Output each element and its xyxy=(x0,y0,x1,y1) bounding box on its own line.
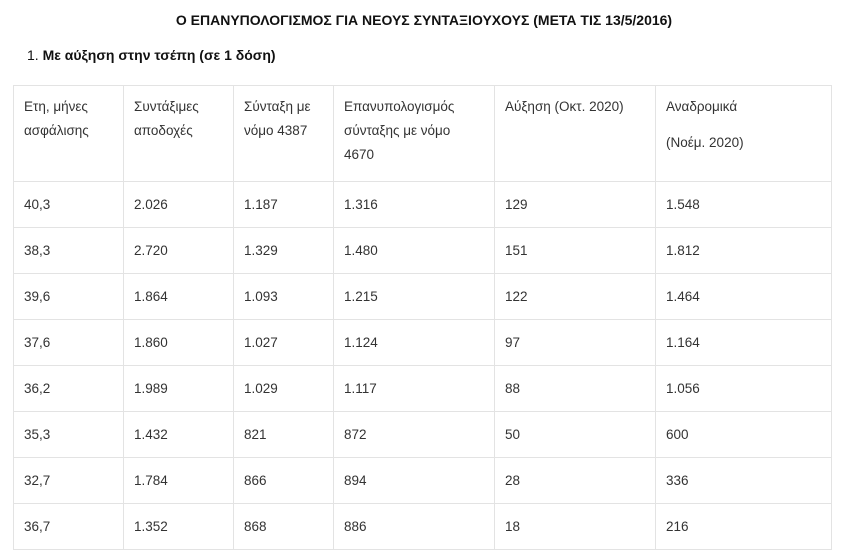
cell-insurance-years: 40,3 xyxy=(13,181,124,228)
table-row: 39,6 1.864 1.093 1.215 122 1.464 xyxy=(13,273,832,320)
cell-retroactive: 600 xyxy=(655,411,832,458)
header-increase-oct-2020: Αύξηση (Οκτ. 2020) xyxy=(494,85,656,182)
pension-recalculation-table: Ετη, μήνες ασφάλισης Συντάξιμες αποδοχές… xyxy=(13,85,832,550)
header-recalculation-law-4670: Επανυπολογισμός σύνταξης με νόμο 4670 xyxy=(333,85,495,182)
cell-increase-oct-2020: 88 xyxy=(494,365,656,412)
cell-pensionable-earnings: 1.432 xyxy=(123,411,234,458)
cell-increase-oct-2020: 18 xyxy=(494,503,656,550)
cell-recalculation-law-4670: 1.215 xyxy=(333,273,495,320)
cell-retroactive: 1.056 xyxy=(655,365,832,412)
cell-recalculation-law-4670: 1.480 xyxy=(333,227,495,274)
table-row: 32,7 1.784 866 894 28 336 xyxy=(13,457,832,504)
cell-increase-oct-2020: 28 xyxy=(494,457,656,504)
cell-increase-oct-2020: 151 xyxy=(494,227,656,274)
cell-recalculation-law-4670: 1.316 xyxy=(333,181,495,228)
cell-recalculation-law-4670: 1.117 xyxy=(333,365,495,412)
cell-pension-law-4387: 1.093 xyxy=(233,273,334,320)
cell-pensionable-earnings: 2.026 xyxy=(123,181,234,228)
cell-retroactive: 216 xyxy=(655,503,832,550)
cell-retroactive: 1.548 xyxy=(655,181,832,228)
header-insurance-years: Ετη, μήνες ασφάλισης xyxy=(13,85,124,182)
cell-pension-law-4387: 866 xyxy=(233,457,334,504)
cell-pensionable-earnings: 2.720 xyxy=(123,227,234,274)
table-row: 35,3 1.432 821 872 50 600 xyxy=(13,411,832,458)
cell-pension-law-4387: 1.029 xyxy=(233,365,334,412)
table-row: 37,6 1.860 1.027 1.124 97 1.164 xyxy=(13,319,832,366)
table-row: 36,7 1.352 868 886 18 216 xyxy=(13,503,832,550)
cell-increase-oct-2020: 50 xyxy=(494,411,656,458)
cell-retroactive: 1.812 xyxy=(655,227,832,274)
cell-recalculation-law-4670: 886 xyxy=(333,503,495,550)
cell-pensionable-earnings: 1.784 xyxy=(123,457,234,504)
cell-insurance-years: 37,6 xyxy=(13,319,124,366)
cell-retroactive: 1.164 xyxy=(655,319,832,366)
cell-recalculation-law-4670: 894 xyxy=(333,457,495,504)
cell-insurance-years: 35,3 xyxy=(13,411,124,458)
section-number: 1. xyxy=(27,47,39,63)
cell-retroactive: 336 xyxy=(655,457,832,504)
cell-insurance-years: 39,6 xyxy=(13,273,124,320)
cell-pension-law-4387: 868 xyxy=(233,503,334,550)
cell-pensionable-earnings: 1.989 xyxy=(123,365,234,412)
cell-pension-law-4387: 1.027 xyxy=(233,319,334,366)
cell-increase-oct-2020: 129 xyxy=(494,181,656,228)
cell-pension-law-4387: 821 xyxy=(233,411,334,458)
cell-pension-law-4387: 1.187 xyxy=(233,181,334,228)
header-pension-law-4387: Σύνταξη με νόμο 4387 xyxy=(233,85,334,182)
cell-insurance-years: 38,3 xyxy=(13,227,124,274)
section-heading: 1. Με αύξηση στην τσέπη (σε 1 δόση) xyxy=(27,45,276,65)
table-row: 38,3 2.720 1.329 1.480 151 1.812 xyxy=(13,227,832,274)
cell-recalculation-law-4670: 872 xyxy=(333,411,495,458)
cell-pension-law-4387: 1.329 xyxy=(233,227,334,274)
cell-recalculation-law-4670: 1.124 xyxy=(333,319,495,366)
table-row: 40,3 2.026 1.187 1.316 129 1.548 xyxy=(13,181,832,228)
table-header-row: Ετη, μήνες ασφάλισης Συντάξιμες αποδοχές… xyxy=(13,85,832,182)
cell-increase-oct-2020: 122 xyxy=(494,273,656,320)
header-retroactive: Αναδρομικά (Νοέμ. 2020) xyxy=(655,85,832,182)
cell-pensionable-earnings: 1.864 xyxy=(123,273,234,320)
header-pensionable-earnings: Συντάξιμες αποδοχές xyxy=(123,85,234,182)
table-row: 36,2 1.989 1.029 1.117 88 1.056 xyxy=(13,365,832,412)
cell-insurance-years: 36,7 xyxy=(13,503,124,550)
header-retroactive-date: (Νοέμ. 2020) xyxy=(666,135,744,150)
cell-increase-oct-2020: 97 xyxy=(494,319,656,366)
cell-retroactive: 1.464 xyxy=(655,273,832,320)
cell-insurance-years: 32,7 xyxy=(13,457,124,504)
cell-pensionable-earnings: 1.860 xyxy=(123,319,234,366)
page-title: Ο ΕΠΑΝΥΠΟΛΟΓΙΣΜΟΣ ΓΙΑ ΝΕΟΥΣ ΣΥΝΤΑΞΙΟΥΧΟΥ… xyxy=(175,12,673,28)
cell-insurance-years: 36,2 xyxy=(13,365,124,412)
section-heading-text: Με αύξηση στην τσέπη (σε 1 δόση) xyxy=(42,47,276,63)
cell-pensionable-earnings: 1.352 xyxy=(123,503,234,550)
header-retroactive-label: Αναδρομικά xyxy=(666,99,738,114)
